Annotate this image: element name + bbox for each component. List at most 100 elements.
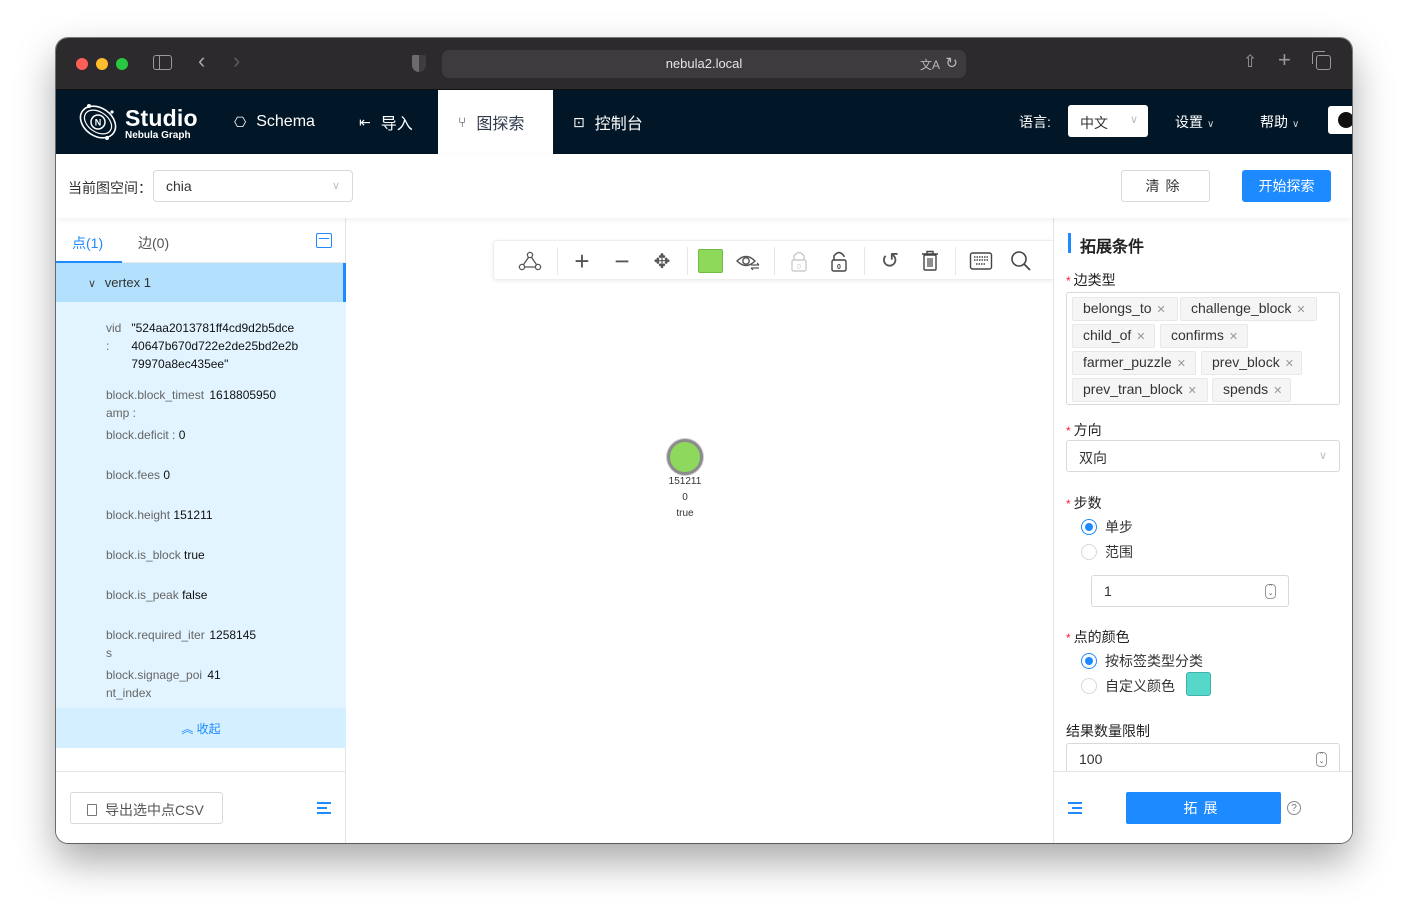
minimize-window-button[interactable] (96, 58, 108, 70)
browser-window: ‹ › nebula2.local 文A ↻ ⇧ + N Studio Nebu… (56, 38, 1352, 843)
github-icon (1338, 112, 1352, 128)
edge-type-tag: child_of ✕ (1072, 324, 1155, 348)
radio-single-step[interactable]: 单步 (1081, 517, 1133, 537)
svg-text:0: 0 (837, 264, 841, 271)
left-panel-footer: 导出选中点CSV (56, 771, 346, 843)
help-label: 帮助 (1260, 114, 1288, 130)
steps-input[interactable]: 1 ⌃ ⌄ (1091, 575, 1289, 607)
app-header: N Studio Nebula Graph ⎔ Schema ⇤ 导入 ⑂ 图探… (56, 90, 1352, 154)
move-icon[interactable]: ✥ (648, 247, 676, 275)
property-value: 1258145 (209, 628, 257, 642)
keyboard-shortcuts-icon[interactable] (967, 247, 995, 275)
vertex-properties: vid: "524aa2013781ff4cd9d2b5dce40647b670… (56, 302, 346, 748)
radio-color-by-tag[interactable]: 按标签类型分类 (1081, 651, 1203, 671)
graph-toolbar: + − ✥ 0 0 ↺ (493, 240, 1053, 280)
radio-circle (1081, 678, 1097, 694)
share-icon[interactable]: ⇧ (1243, 53, 1257, 71)
fullscreen-icon[interactable] (316, 233, 332, 248)
stepper-icon[interactable]: ⌃ ⌄ (1265, 584, 1276, 599)
node-color-picker[interactable] (698, 249, 723, 273)
direction-select[interactable]: 双向 ∨ (1066, 440, 1340, 472)
close-icon[interactable]: ✕ (1296, 304, 1305, 316)
property-key: vid: (106, 321, 122, 353)
edge-type-tag: challenge_block ✕ (1180, 297, 1317, 321)
new-tab-icon[interactable]: + (1278, 49, 1291, 71)
nav-import[interactable]: ⇤ 导入 (339, 90, 433, 154)
translate-icon[interactable]: 文A (920, 56, 940, 73)
privacy-shield-icon[interactable] (412, 55, 426, 72)
space-bar: 当前图空间： chia ∨ 清除 开始探索 (56, 154, 1352, 218)
unlock-icon[interactable]: 0 (825, 247, 853, 275)
edge-type-tag: confirms ✕ (1160, 324, 1248, 348)
undo-icon[interactable]: ↺ (876, 247, 904, 275)
panel-title: 拓展条件 (1068, 233, 1144, 256)
export-csv-button[interactable]: 导出选中点CSV (70, 792, 223, 824)
vertex-item-header[interactable]: ∨ vertex 1 (56, 263, 346, 302)
double-chevron-up-icon: ︽ (181, 722, 194, 736)
property-row: block.is_peak false (106, 586, 306, 604)
close-icon[interactable]: ✕ (1188, 385, 1197, 397)
help-menu[interactable]: 帮助 ∨ (1260, 112, 1299, 132)
nebula-logo-icon: N (79, 104, 117, 140)
forward-icon[interactable]: › (233, 50, 240, 72)
reload-icon[interactable]: ↻ (945, 54, 958, 72)
radio-circle (1081, 653, 1097, 669)
delete-icon[interactable] (916, 247, 944, 275)
collapse-button[interactable]: ︽ 收起 (56, 708, 346, 748)
close-icon[interactable]: ✕ (1285, 358, 1294, 370)
nav-schema[interactable]: ⎔ Schema (214, 90, 335, 154)
schema-icon: ⎔ (234, 113, 247, 130)
close-icon[interactable]: ✕ (1177, 358, 1186, 370)
browser-toolbar: ‹ › nebula2.local 文A ↻ ⇧ + (56, 38, 1352, 90)
close-icon[interactable]: ✕ (1273, 385, 1282, 397)
nav-console[interactable]: ⊡ 控制台 (553, 90, 663, 154)
tab-edges[interactable]: 边(0) (138, 233, 169, 253)
property-row: block.deficit : 0 (106, 426, 306, 444)
chevron-down-icon: ∨ (1292, 119, 1300, 130)
lock-icon: 0 (785, 247, 813, 275)
close-window-button[interactable] (76, 58, 88, 70)
url-text: nebula2.local (665, 56, 743, 71)
graph-node[interactable] (667, 439, 703, 475)
radio-custom-color[interactable]: 自定义颜色 (1081, 676, 1175, 696)
edge-type-select[interactable]: belongs_to ✕ challenge_block ✕ child_of ✕ c… (1066, 292, 1340, 405)
clear-button[interactable]: 清除 (1121, 170, 1210, 202)
close-icon[interactable]: ✕ (1157, 304, 1166, 316)
tab-overview-icon[interactable] (1312, 51, 1331, 70)
logo-subtitle: Nebula Graph (125, 130, 191, 141)
nav-explore[interactable]: ⑂ 图探索 (438, 90, 553, 154)
toggle-visibility-icon[interactable] (734, 247, 762, 275)
stepper-icon[interactable]: ⌃ ⌄ (1316, 752, 1327, 767)
zoom-in-icon[interactable]: + (568, 246, 596, 276)
space-select[interactable]: chia ∨ (153, 170, 353, 202)
chevron-down-icon: ∨ (88, 278, 97, 290)
property-key: block.block_timestamp : (106, 388, 205, 420)
collapse-panel-icon[interactable] (317, 802, 331, 814)
expand-button[interactable]: 拓展 (1126, 792, 1281, 824)
export-label: 导出选中点CSV (105, 802, 204, 818)
property-value: 1618805950 (209, 388, 277, 402)
sidebar-toggle-icon[interactable] (153, 55, 172, 70)
radio-step-range[interactable]: 范围 (1081, 542, 1133, 562)
language-select[interactable]: 中文 ∨ (1068, 105, 1148, 137)
close-icon[interactable]: ✕ (1229, 331, 1238, 343)
back-icon[interactable]: ‹ (198, 50, 205, 72)
address-bar[interactable]: nebula2.local 文A ↻ (442, 50, 966, 78)
github-button[interactable] (1328, 106, 1352, 134)
graph-canvas[interactable]: + − ✥ 0 0 ↺ 151211 0 true (346, 218, 1053, 843)
property-value: 151211 (173, 508, 213, 522)
toolbar-divider (864, 247, 865, 275)
collapse-panel-icon[interactable] (1068, 802, 1082, 814)
settings-menu[interactable]: 设置 ∨ (1175, 112, 1214, 132)
graph-layout-icon[interactable] (516, 247, 544, 275)
help-icon[interactable]: ? (1287, 801, 1301, 815)
tab-vertices[interactable]: 点(1) (72, 233, 103, 253)
svg-text:N: N (95, 118, 102, 128)
close-icon[interactable]: ✕ (1136, 331, 1145, 343)
custom-color-swatch[interactable] (1186, 672, 1211, 696)
zoom-out-icon[interactable]: − (608, 246, 636, 276)
start-explore-button[interactable]: 开始探索 (1242, 170, 1331, 202)
zoom-window-button[interactable] (116, 58, 128, 70)
nav-label: Schema (256, 113, 315, 130)
search-icon[interactable] (1007, 247, 1035, 275)
